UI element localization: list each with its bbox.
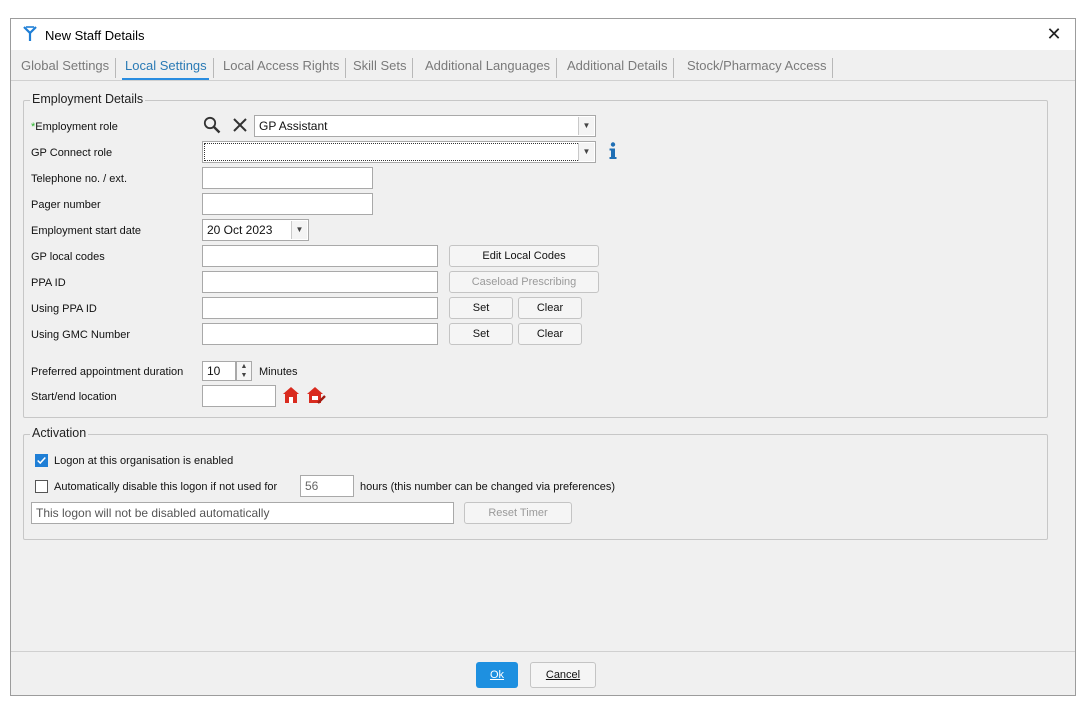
activation-legend: Activation — [30, 426, 89, 440]
tab-stock-pharmacy-access[interactable]: Stock/Pharmacy Access — [681, 58, 834, 78]
telephone-label: Telephone no. / ext. — [31, 173, 128, 185]
start-date-value: 20 Oct 2023 — [207, 223, 273, 237]
stepper-down-icon[interactable]: ▼ — [237, 371, 251, 380]
using-gmc-number-field[interactable] — [202, 323, 438, 345]
tab-global-settings[interactable]: Global Settings — [15, 58, 117, 78]
title-bar: New Staff Details ✕ — [11, 19, 1075, 50]
start-date-label: Employment start date — [31, 225, 142, 237]
logon-enabled-label: Logon at this organisation is enabled — [54, 455, 234, 467]
employment-role-label-text: Employment role — [35, 121, 118, 133]
gp-local-codes-field[interactable] — [202, 245, 438, 267]
home-location-edit-icon[interactable] — [306, 386, 326, 404]
auto-disable-checkbox[interactable] — [35, 480, 48, 493]
ppa-id-field[interactable] — [202, 271, 438, 293]
auto-disable-label: Automatically disable this logon if not … — [54, 481, 278, 493]
employment-role-select[interactable]: GP Assistant ▼ — [254, 115, 596, 137]
cancel-button[interactable]: Cancel — [530, 662, 596, 688]
employment-role-value: GP Assistant — [259, 119, 328, 133]
ok-button[interactable]: Ok — [476, 662, 518, 688]
home-location-icon[interactable] — [282, 386, 300, 404]
window-title: New Staff Details — [45, 28, 145, 43]
minutes-label: Minutes — [259, 366, 298, 378]
using-gmc-number-label: Using GMC Number — [31, 329, 131, 341]
stepper-up-icon[interactable]: ▲ — [237, 362, 251, 371]
using-ppa-id-field[interactable] — [202, 297, 438, 319]
using-gmc-clear-button[interactable]: Clear — [518, 323, 582, 345]
auto-disable-hours-field[interactable]: 56 — [300, 475, 354, 497]
logon-status-field: This logon will not be disabled automati… — [31, 502, 454, 524]
using-ppa-clear-button[interactable]: Clear — [518, 297, 582, 319]
appointment-duration-field[interactable]: 10 — [202, 361, 236, 381]
gp-connect-role-select[interactable]: ▼ — [202, 141, 596, 163]
using-ppa-id-label: Using PPA ID — [31, 303, 97, 315]
gp-local-codes-label: GP local codes — [31, 251, 105, 263]
appointment-duration-label: Preferred appointment duration — [31, 366, 184, 378]
tab-skill-sets[interactable]: Skill Sets — [347, 58, 414, 78]
chevron-down-icon[interactable]: ▼ — [578, 143, 594, 161]
using-gmc-set-button[interactable]: Set — [449, 323, 513, 345]
app-logo-icon — [23, 26, 37, 41]
checkmark-icon — [37, 457, 46, 465]
edit-local-codes-button[interactable]: Edit Local Codes — [449, 245, 599, 267]
pager-field[interactable] — [202, 193, 373, 215]
clear-icon[interactable] — [230, 115, 250, 135]
duration-stepper[interactable]: ▲ ▼ — [236, 361, 252, 381]
using-ppa-set-button[interactable]: Set — [449, 297, 513, 319]
auto-disable-hours-suffix: hours (this number can be changed via pr… — [360, 481, 615, 493]
tab-additional-details[interactable]: Additional Details — [561, 58, 675, 78]
start-end-location-field[interactable] — [202, 385, 276, 407]
tab-local-settings[interactable]: Local Settings — [119, 58, 214, 80]
start-end-location-label: Start/end location — [31, 391, 117, 403]
chevron-down-icon[interactable]: ▼ — [578, 117, 594, 135]
info-icon[interactable] — [606, 141, 620, 161]
ppa-id-label: PPA ID — [31, 277, 66, 289]
reset-timer-button[interactable]: Reset Timer — [464, 502, 572, 524]
footer-divider — [11, 651, 1075, 652]
tab-bar: Global Settings Local Settings Local Acc… — [11, 50, 1075, 81]
pager-label: Pager number — [31, 199, 101, 211]
activation-group: Activation Logon at this organisation is… — [23, 426, 1048, 540]
employment-details-group: Employment Details *Employment role GP A… — [23, 92, 1048, 418]
close-button[interactable]: ✕ — [1041, 22, 1067, 47]
gp-connect-role-label: GP Connect role — [31, 147, 113, 159]
dialog-window: New Staff Details ✕ Global Settings Loca… — [10, 18, 1076, 696]
tab-additional-languages[interactable]: Additional Languages — [419, 58, 558, 78]
cancel-button-label: Cancel — [545, 669, 581, 681]
caseload-prescribing-button[interactable]: Caseload Prescribing — [449, 271, 599, 293]
chevron-down-icon[interactable]: ▼ — [291, 221, 307, 239]
logon-enabled-checkbox[interactable] — [35, 454, 48, 467]
telephone-field[interactable] — [202, 167, 373, 189]
search-icon[interactable] — [202, 115, 222, 135]
tab-local-access-rights[interactable]: Local Access Rights — [217, 58, 347, 78]
employment-role-label: *Employment role — [31, 121, 118, 133]
start-date-picker[interactable]: 20 Oct 2023 ▼ — [202, 219, 309, 241]
employment-details-legend: Employment Details — [30, 92, 146, 106]
